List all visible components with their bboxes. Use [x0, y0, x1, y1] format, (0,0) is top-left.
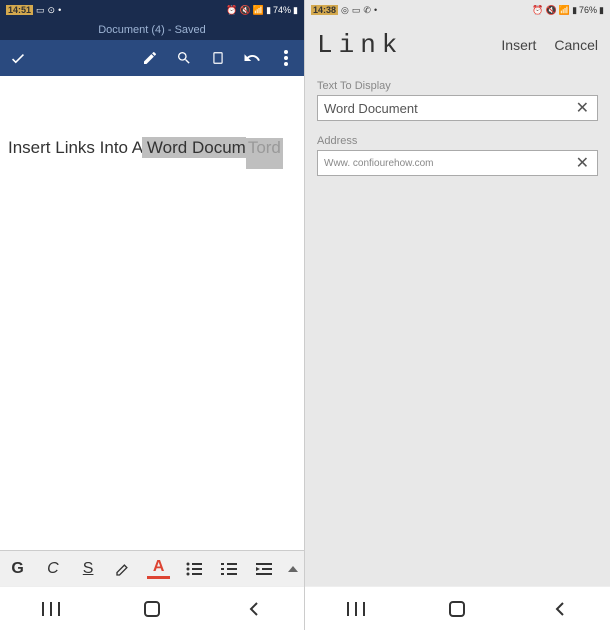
link-dialog-header: Link Insert Cancel — [305, 20, 610, 70]
signal-icon: ▮ — [572, 5, 577, 16]
back-button[interactable] — [238, 599, 268, 619]
clear-icon[interactable]: ✕ — [574, 98, 591, 118]
whatsapp-icon: ✆ — [363, 5, 371, 16]
message-icon: ▭ — [36, 5, 45, 16]
chevron-up-icon[interactable] — [288, 566, 298, 572]
dot-icon: • — [374, 5, 377, 15]
clock: 14:51 — [6, 5, 33, 15]
more-icon[interactable] — [276, 48, 296, 68]
underline-button[interactable]: S — [77, 556, 100, 582]
undo-icon[interactable] — [242, 48, 262, 68]
number-list-button[interactable] — [218, 556, 241, 582]
italic-button[interactable]: C — [41, 556, 64, 582]
document-title-bar: Document (4) - Saved — [0, 20, 304, 40]
wifi-icon: 📶 — [253, 5, 264, 16]
link-dialog-screen: 14:38 ◎ ▭ ✆ • ⏰ 🔇 📶 ▮ 76% ▮ Link Insert … — [305, 0, 610, 630]
address-field[interactable]: Www. confiourehow.com ✕ — [317, 150, 598, 176]
search-icon[interactable] — [174, 48, 194, 68]
clock: 14:38 — [311, 5, 338, 15]
battery-icon: ▮ — [293, 5, 298, 16]
document-text[interactable]: Insert Links Into A Word DocumTord — [8, 136, 296, 160]
mute-icon: 🔇 — [240, 5, 251, 16]
selected-text: Word Docum — [142, 137, 246, 158]
text-to-display-label: Text To Display — [317, 80, 598, 92]
dot-icon: • — [58, 5, 61, 15]
recent-apps-button[interactable] — [341, 599, 371, 619]
home-button[interactable] — [442, 599, 472, 619]
link-dialog-body: Text To Display Word Document ✕ Address … — [305, 70, 610, 586]
text-to-display-input[interactable]: Word Document — [324, 101, 574, 116]
recent-apps-button[interactable] — [36, 599, 66, 619]
check-icon[interactable] — [8, 48, 28, 68]
highlight-button[interactable] — [112, 556, 135, 582]
status-bar-right: 14:38 ◎ ▭ ✆ • ⏰ 🔇 📶 ▮ 76% ▮ — [305, 0, 610, 20]
mute-icon: 🔇 — [546, 5, 557, 16]
link-title: Link — [317, 30, 403, 60]
battery-text: 76% — [579, 5, 597, 15]
alarm-icon: ⏰ — [532, 5, 543, 16]
address-input[interactable]: Www. confiourehow.com — [324, 158, 574, 169]
android-nav-bar — [305, 586, 610, 630]
gallery-icon: ▭ — [352, 5, 361, 16]
back-button[interactable] — [544, 599, 574, 619]
cancel-button[interactable]: Cancel — [554, 37, 598, 53]
android-nav-bar — [0, 586, 304, 630]
word-mobile-screen: 14:51 ▭ ⊙ • ⏰ 🔇 📶 ▮ 74% ▮ Document (4) -… — [0, 0, 305, 630]
read-mode-icon[interactable] — [208, 48, 228, 68]
address-label: Address — [317, 135, 598, 147]
status-bar-left: 14:51 ▭ ⊙ • ⏰ 🔇 📶 ▮ 74% ▮ — [0, 0, 304, 20]
bold-button[interactable]: G — [6, 556, 29, 582]
signal-icon: ▮ — [266, 5, 271, 16]
text-prefix: Insert Links Into A — [8, 138, 142, 157]
indent-button[interactable] — [253, 556, 276, 582]
dot-icon: ⊙ — [48, 5, 56, 16]
insert-button[interactable]: Insert — [501, 37, 536, 53]
word-toolbar — [0, 40, 304, 76]
pen-icon[interactable] — [140, 48, 160, 68]
bullet-list-button[interactable] — [182, 556, 205, 582]
document-title: Document (4) - Saved — [98, 24, 206, 36]
text-to-display-field[interactable]: Word Document ✕ — [317, 95, 598, 121]
text-suffix: Tord — [246, 138, 283, 169]
battery-text: 74% — [273, 5, 291, 15]
format-toolbar: G C S A — [0, 550, 304, 586]
wifi-icon: 📶 — [559, 5, 570, 16]
home-button[interactable] — [137, 599, 167, 619]
document-body[interactable]: Insert Links Into A Word DocumTord — [0, 76, 304, 550]
clear-icon[interactable]: ✕ — [574, 153, 591, 173]
battery-icon: ▮ — [599, 5, 604, 16]
instagram-icon: ◎ — [341, 5, 349, 16]
font-color-button[interactable]: A — [147, 559, 170, 579]
alarm-icon: ⏰ — [226, 5, 237, 16]
